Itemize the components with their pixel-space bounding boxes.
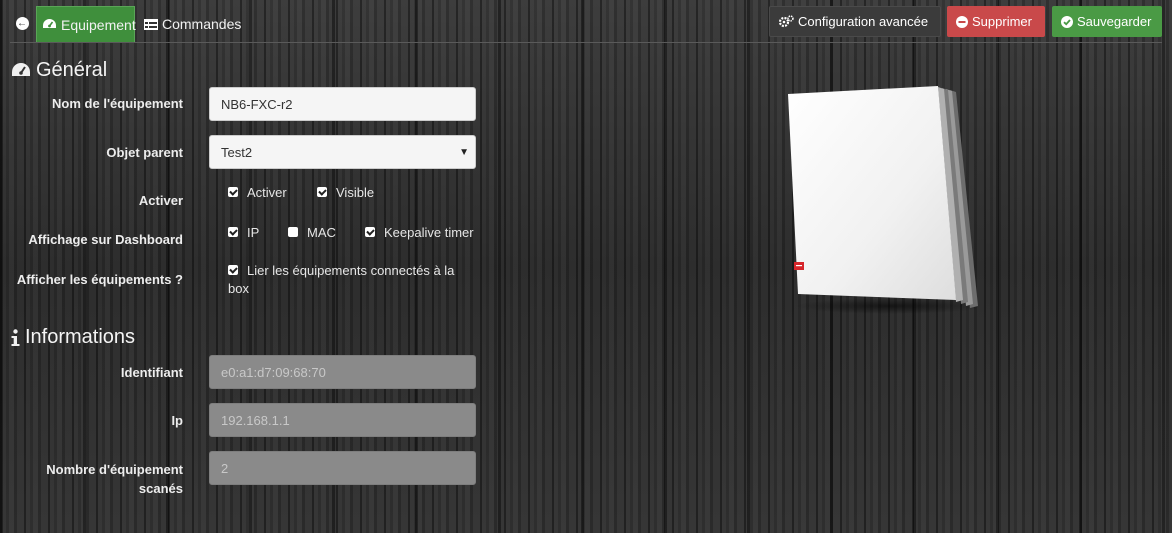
section-info-title: Informations	[11, 326, 135, 349]
tabs-divider	[10, 42, 1162, 43]
ip-checkbox[interactable]: IP	[228, 224, 259, 242]
delete-button[interactable]: Supprimer	[947, 6, 1045, 37]
section-general-title: Général	[11, 59, 107, 82]
caret-down-icon: ▼	[459, 147, 469, 158]
checkbox-icon	[228, 187, 238, 197]
checkbox-icon	[228, 227, 238, 237]
dashboard-label: Affichage sur Dashboard	[28, 232, 183, 247]
tab-equipement-label: Equipement	[61, 16, 136, 33]
top-toolbar: ← Equipement Commandes Configuration ava…	[0, 0, 1172, 44]
save-label: Sauvegarder	[1077, 14, 1152, 29]
check-circle-icon	[1061, 15, 1073, 28]
checkbox-icon	[365, 227, 375, 237]
ip-label: Ip	[171, 413, 183, 428]
checkbox-icon	[317, 187, 327, 197]
keepalive-checkbox[interactable]: Keepalive timer	[365, 224, 474, 242]
cogs-icon	[779, 15, 794, 28]
parent-label: Objet parent	[106, 145, 183, 160]
minus-circle-icon	[956, 15, 968, 28]
show-devices-label: Afficher les équipements ?	[16, 272, 183, 287]
info-icon	[11, 328, 20, 347]
link-devices-checkbox[interactable]: Lier les équipements connectés à la box	[228, 262, 473, 298]
name-input[interactable]: NB6-FXC-r2	[209, 87, 476, 121]
back-icon: ←	[15, 16, 29, 30]
ip-field: 192.168.1.1	[209, 403, 476, 437]
router-image	[780, 84, 985, 314]
tab-commandes[interactable]: Commandes	[139, 6, 244, 42]
visible-checkbox[interactable]: Visible	[317, 184, 374, 202]
checkbox-icon	[228, 265, 238, 275]
id-label: Identifiant	[120, 365, 183, 380]
activer-checkbox[interactable]: Activer	[228, 184, 287, 202]
parent-select[interactable]: Test2 ▼	[209, 135, 476, 169]
scan-count-label: Nombre d'équipement scanés	[46, 462, 183, 496]
tab-equipement[interactable]: Equipement	[36, 6, 136, 42]
list-icon	[144, 18, 158, 30]
activate-label: Activer	[138, 193, 183, 208]
section-info-label: Informations	[25, 326, 136, 348]
id-field: e0:a1:d7:09:68:70	[209, 355, 476, 389]
tab-commandes-label: Commandes	[162, 16, 242, 32]
checkbox-icon	[288, 227, 298, 237]
advanced-config-label: Configuration avancée	[798, 14, 929, 29]
advanced-config-button[interactable]: Configuration avancée	[769, 6, 941, 37]
name-label: Nom de l'équipement	[52, 96, 183, 111]
mac-checkbox[interactable]: MAC	[288, 224, 336, 242]
dashboard-icon	[42, 18, 57, 31]
scan-count-field: 2	[209, 451, 476, 485]
save-button[interactable]: Sauvegarder	[1052, 6, 1162, 37]
section-general-label: Général	[36, 59, 108, 81]
parent-select-value: Test2	[221, 144, 253, 160]
back-button[interactable]: ←	[12, 11, 32, 35]
delete-label: Supprimer	[972, 14, 1032, 29]
dashboard-icon	[11, 62, 31, 79]
